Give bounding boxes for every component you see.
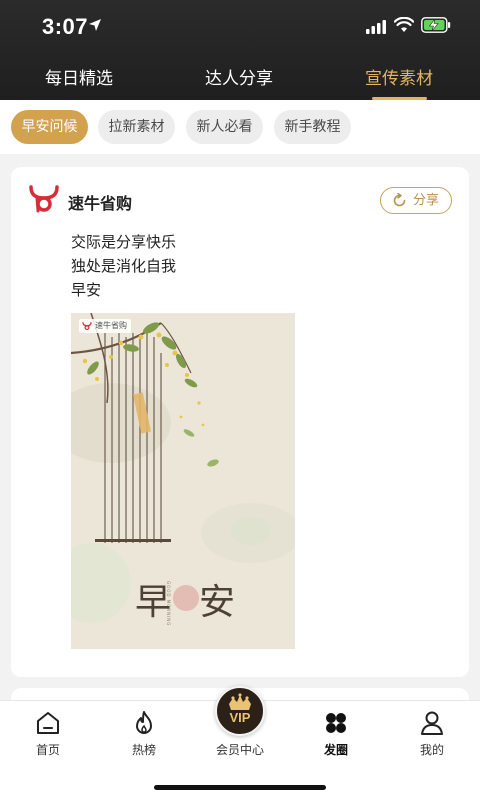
nav-moments-label: 发圈 bbox=[323, 743, 348, 757]
chip-morning-greeting[interactable]: 早安问候 bbox=[11, 110, 88, 144]
top-tab-bar: 每日精选 达人分享 宣传素材 bbox=[0, 54, 480, 100]
brand-name: 速牛省购 bbox=[68, 194, 133, 213]
home-icon bbox=[37, 712, 59, 734]
caption-line: 独处是消化自我 bbox=[71, 257, 177, 275]
poster-image[interactable]: 速牛省购 GOOD MORNING 早 安 bbox=[71, 313, 295, 649]
tab-promo-materials[interactable]: 宣传素材 bbox=[339, 64, 459, 89]
home-indicator bbox=[154, 785, 326, 790]
vip-crown-icon[interactable]: VIP bbox=[215, 686, 265, 736]
tab-expert-share[interactable]: 达人分享 bbox=[179, 64, 299, 89]
location-arrow-icon bbox=[89, 19, 101, 31]
vip-badge-text: VIP bbox=[229, 710, 251, 725]
app-header: 3:07 每日精选 达人分享 宣传素材 bbox=[0, 0, 480, 100]
nav-home[interactable]: 首页 bbox=[0, 701, 96, 771]
brand-logo-icon bbox=[29, 185, 59, 213]
chip-beginner-tutorial[interactable]: 新手教程 bbox=[274, 110, 351, 144]
nav-hot-list-label: 热榜 bbox=[131, 743, 156, 757]
nav-profile-label: 我的 bbox=[419, 743, 444, 757]
nav-moments[interactable]: 发圈 bbox=[288, 701, 384, 771]
post-caption: 交际是分享快乐 独处是消化自我 早安 bbox=[71, 230, 176, 302]
poster-watermark: 速牛省购 bbox=[79, 319, 131, 333]
nav-home-label: 首页 bbox=[35, 743, 60, 757]
share-refresh-icon bbox=[393, 193, 406, 207]
caption-line: 交际是分享快乐 bbox=[71, 233, 177, 251]
nav-member-center-label: 会员中心 bbox=[215, 743, 264, 757]
share-button-label: 分享 bbox=[413, 193, 440, 208]
caption-line: 早安 bbox=[71, 281, 102, 299]
chip-newcomer-must-see[interactable]: 新人必看 bbox=[186, 110, 263, 144]
status-time: 3:07 bbox=[42, 14, 89, 39]
share-button[interactable]: 分享 bbox=[380, 187, 452, 214]
poster-title-char: 早 bbox=[135, 582, 172, 623]
status-bar: 3:07 bbox=[0, 0, 480, 54]
flame-icon bbox=[136, 711, 152, 734]
grid-circles-icon bbox=[326, 713, 346, 733]
nav-profile[interactable]: 我的 bbox=[384, 701, 480, 771]
user-icon bbox=[421, 711, 443, 735]
poster-seal bbox=[173, 585, 199, 611]
chip-referral-material[interactable]: 拉新素材 bbox=[98, 110, 175, 144]
category-chips: 早安问候 拉新素材 新人必看 新手教程 bbox=[0, 100, 480, 154]
post-card: 速牛省购 分享 交际是分享快乐 独处是消化自我 早安 速牛省购 GOOD MOR… bbox=[11, 167, 469, 677]
brand-logo-small-icon bbox=[82, 322, 92, 331]
nav-hot-list[interactable]: 热榜 bbox=[96, 701, 192, 771]
battery-charging-icon bbox=[421, 17, 451, 33]
cellular-signal-icon bbox=[366, 20, 386, 34]
tab-daily-picks[interactable]: 每日精选 bbox=[19, 64, 139, 89]
wifi-icon bbox=[394, 17, 414, 32]
poster-watermark-text: 速牛省购 bbox=[95, 321, 127, 330]
poster-title-char: 安 bbox=[199, 582, 236, 623]
